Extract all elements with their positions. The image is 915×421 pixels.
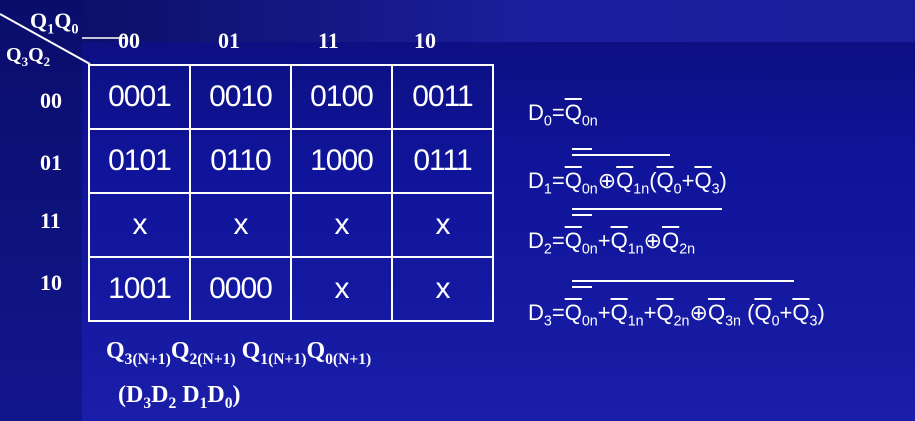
row-header-00: 00 xyxy=(40,88,62,113)
kmap-cell: 0110 xyxy=(189,128,292,194)
corner-label-q3q2: Q3Q2 xyxy=(6,44,51,69)
karnaugh-map: 0001 0010 0100 0011 0101 0110 1000 0111 … xyxy=(88,64,494,322)
kmap-cell: 1000 xyxy=(290,128,393,194)
kmap-row: 0101 0110 1000 0111 xyxy=(88,128,494,194)
kmap-cell: 0100 xyxy=(290,64,393,130)
kmap-row: x x x x xyxy=(88,192,494,258)
kmap-cell: 0101 xyxy=(88,128,191,194)
overbar xyxy=(572,286,592,288)
kmap-cell: x xyxy=(391,192,494,258)
equation-d2: D2=Q0n+Q1n⊕Q2n xyxy=(528,228,696,258)
kmap-cell: 0010 xyxy=(189,64,292,130)
overbar xyxy=(572,148,592,150)
equation-d3: D3=Q0n+Q1n+Q2n⊕Q3n (Q0+Q3) xyxy=(528,300,825,330)
kmap-cell: 0011 xyxy=(391,64,494,130)
overbar xyxy=(572,214,592,216)
col-header-10: 10 xyxy=(414,28,436,53)
overbar xyxy=(572,280,794,282)
kmap-cell: 0111 xyxy=(391,128,494,194)
row-header-01: 01 xyxy=(40,150,62,175)
caption-d-inputs: (D3D2 D1D0) xyxy=(118,382,241,412)
kmap-row: 0001 0010 0100 0011 xyxy=(88,64,494,130)
equation-d1: D1=Q0n⊕Q1n(Q0+Q3) xyxy=(528,168,727,198)
col-header-11: 11 xyxy=(318,28,339,53)
corner-label-q1q0: Q1Q0 xyxy=(30,8,79,38)
row-header-10: 10 xyxy=(40,270,62,295)
kmap-cell: x xyxy=(290,256,393,322)
kmap-cell: 0001 xyxy=(88,64,191,130)
overbar xyxy=(572,154,670,156)
kmap-row: 1001 0000 x x xyxy=(88,256,494,322)
row-header-11: 11 xyxy=(40,208,61,233)
caption-next-state: Q3(N+1)Q2(N+1) Q1(N+1)Q0(N+1) xyxy=(106,338,372,368)
col-header-00: 00 xyxy=(118,28,140,53)
equation-d0: D0=Q0n xyxy=(528,100,598,130)
kmap-cell: x xyxy=(189,192,292,258)
kmap-cell: x xyxy=(88,192,191,258)
kmap-cell: x xyxy=(391,256,494,322)
kmap-cell: 1001 xyxy=(88,256,191,322)
col-header-01: 01 xyxy=(218,28,240,53)
kmap-cell: 0000 xyxy=(189,256,292,322)
kmap-cell: x xyxy=(290,192,393,258)
overbar xyxy=(572,208,722,210)
